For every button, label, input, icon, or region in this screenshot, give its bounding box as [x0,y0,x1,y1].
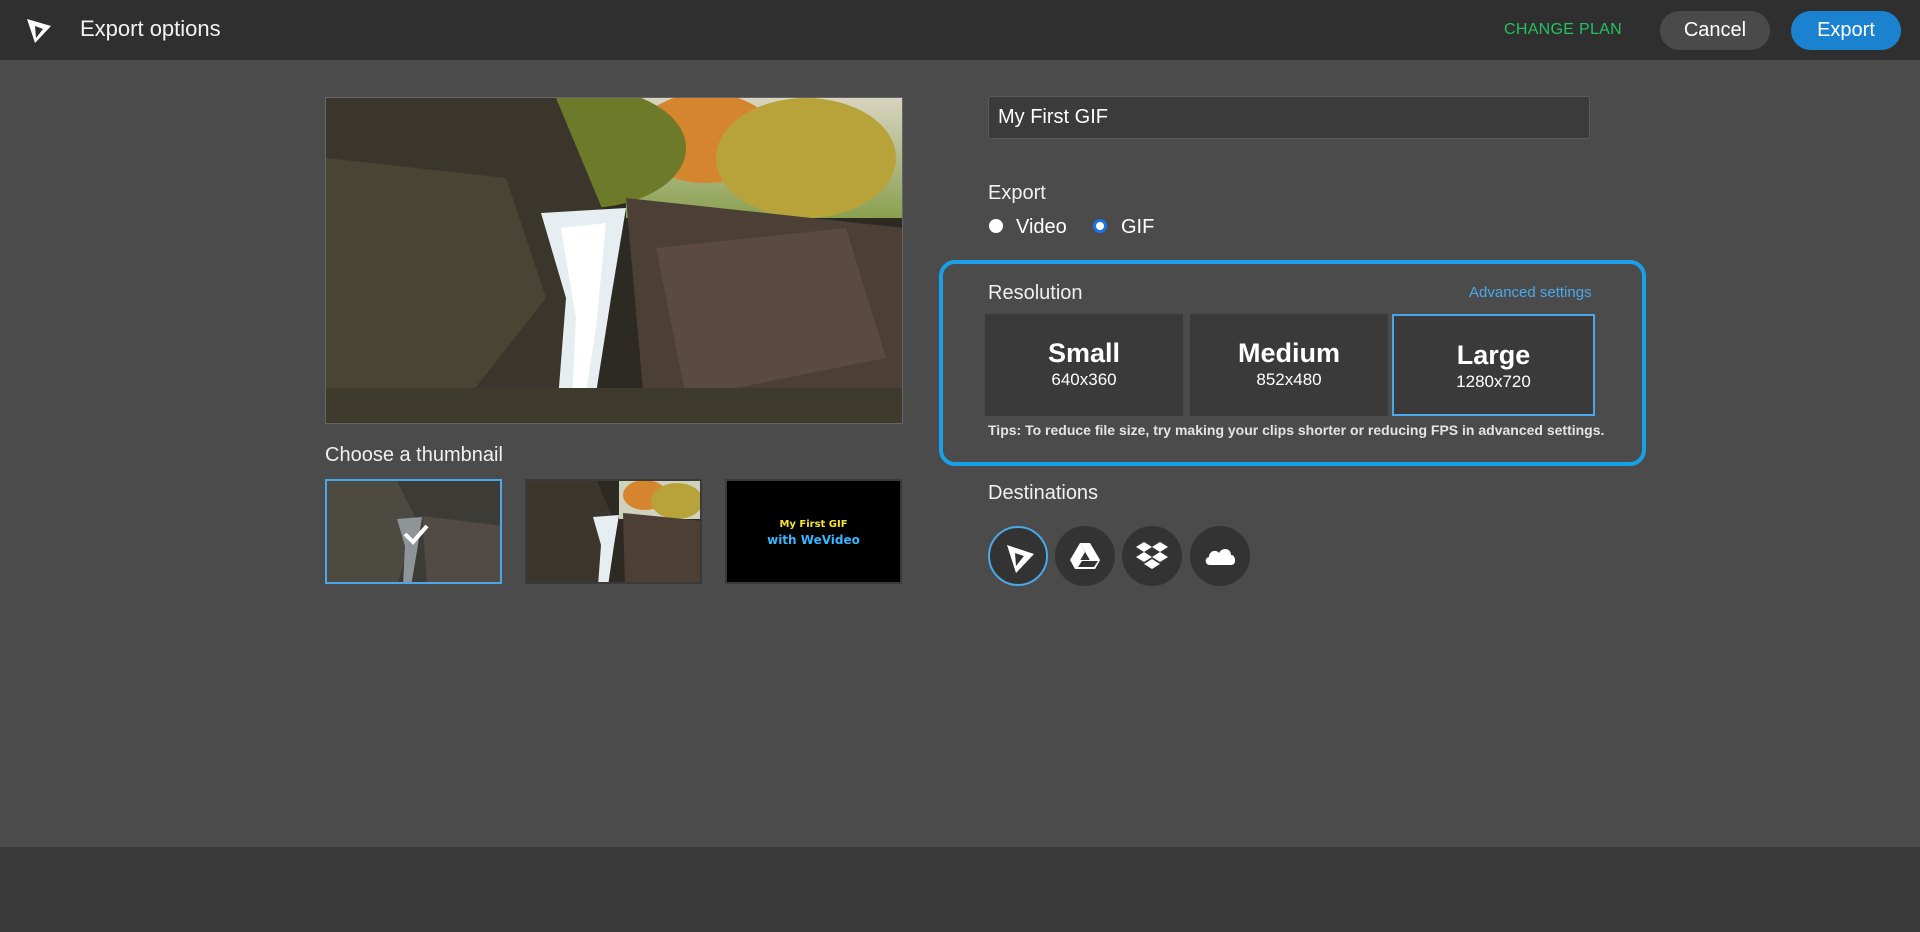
resolution-label: Resolution [988,282,1083,304]
resolution-medium-size: 852x480 [1256,370,1322,389]
top-bar: Export options CHANGE PLAN Cancel Export [0,0,1920,60]
video-radio-label[interactable]: Video [1016,216,1067,239]
dropbox-icon [1136,542,1168,569]
onedrive-icon [1205,549,1236,565]
resolution-small-card[interactable]: Small 640x360 [985,314,1183,416]
destination-onedrive[interactable] [1190,526,1250,586]
resolution-small-name: Small [1047,338,1121,368]
resolution-medium-name: Medium [1237,338,1340,368]
wevideo-logo-icon [27,19,51,43]
wevideo-icon [1007,545,1034,573]
resolution-medium-card[interactable]: Medium 852x480 [1190,314,1388,416]
title-input[interactable] [988,96,1590,139]
resolution-large-card[interactable]: Large 1280x720 [1392,314,1595,416]
change-plan-link[interactable]: CHANGE PLAN [1504,21,1622,39]
destination-dropbox[interactable] [1122,526,1182,586]
thumbnail-option-3[interactable]: My First GIF with WeVideo [725,479,902,584]
tips-text: Tips: To reduce file size, try making yo… [988,422,1605,438]
video-radio[interactable] [989,219,1003,233]
waterfall-preview-image [326,98,902,423]
footer-bar [0,847,1920,932]
thumbnail-option-2[interactable] [525,479,702,584]
thumbnail-text-line-2: with WeVideo [767,533,860,547]
resolution-small-size: 640x360 [1051,370,1117,389]
video-preview [325,97,903,424]
google-drive-icon [1070,543,1100,569]
cancel-button[interactable]: Cancel [1660,11,1770,50]
destination-wevideo[interactable] [988,526,1048,586]
choose-thumbnail-label: Choose a thumbnail [325,444,503,466]
advanced-settings-link[interactable]: Advanced settings [1469,284,1592,301]
thumbnail-image-2 [527,481,700,582]
export-button[interactable]: Export [1791,11,1901,50]
checkmark-icon [403,524,429,545]
thumbnail-option-1[interactable] [325,479,502,584]
resolution-large-name: Large [1456,340,1531,370]
destination-google-drive[interactable] [1055,526,1115,586]
gif-radio-label[interactable]: GIF [1121,216,1154,239]
resolution-large-size: 1280x720 [1456,372,1531,391]
destinations-label: Destinations [988,482,1099,504]
page-title: Export options [80,16,221,41]
gif-radio[interactable] [1093,219,1107,233]
thumbnail-text-line-1: My First GIF [779,519,848,530]
export-type-label: Export [988,182,1046,204]
